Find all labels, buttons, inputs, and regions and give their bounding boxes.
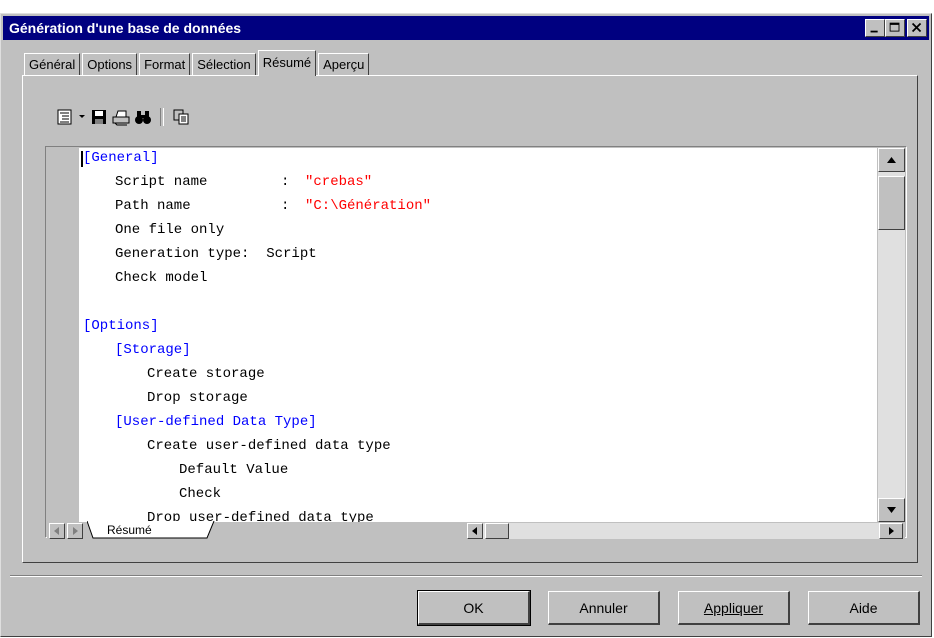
- summary-line: One file only: [115, 222, 225, 238]
- summary-line: [User-defined Data Type]: [115, 414, 317, 430]
- summary-line: [General]: [83, 150, 159, 166]
- summary-key: Path name: [115, 198, 191, 214]
- summary-line: Script name: "crebas": [115, 172, 372, 192]
- sheet-prev-button[interactable]: [49, 523, 65, 539]
- tab-strip: Général Options Format Sélection Résumé …: [24, 50, 371, 76]
- summary-line: Check: [179, 486, 222, 502]
- close-button[interactable]: [907, 19, 927, 37]
- summary-viewer: [General] Script name: "crebas" Path nam…: [45, 146, 907, 539]
- summary-value: "crebas": [305, 174, 373, 190]
- close-icon: [911, 22, 922, 33]
- outline-menu-button[interactable]: [54, 107, 76, 127]
- outline-dropdown[interactable]: [76, 107, 88, 127]
- cancel-button[interactable]: Annuler: [548, 591, 660, 625]
- copy-button[interactable]: [170, 107, 192, 127]
- summary-line: Check model: [115, 270, 208, 286]
- find-icon: [135, 111, 151, 124]
- summary-key: Script name: [115, 174, 208, 190]
- apply-button[interactable]: Appliquer: [678, 591, 790, 625]
- tab-general[interactable]: Général: [24, 53, 81, 75]
- summary-line: Generation type: Script: [115, 246, 317, 262]
- help-label: Aide: [849, 599, 878, 616]
- arrow-right-icon: [889, 527, 894, 535]
- scroll-left-button[interactable]: [467, 523, 483, 539]
- summary-line: Default Value: [179, 462, 289, 478]
- sheet-tab-summary[interactable]: Résumé: [97, 521, 205, 539]
- arrow-left-icon: [472, 527, 477, 535]
- ok-label: OK: [463, 599, 484, 616]
- outline-menu-icon: [57, 109, 72, 125]
- tab-options[interactable]: Options: [82, 53, 138, 75]
- cancel-label: Annuler: [579, 599, 628, 616]
- arrow-right-icon: [73, 527, 78, 535]
- tab-format[interactable]: Format: [139, 53, 191, 75]
- scroll-right-button[interactable]: [879, 523, 903, 539]
- find-button[interactable]: [132, 107, 154, 127]
- minimize-icon: [870, 30, 878, 33]
- summary-line: Create storage: [147, 366, 265, 382]
- scroll-down-button[interactable]: [878, 498, 905, 522]
- divider: [10, 575, 922, 577]
- toolbar-separator: [160, 108, 164, 126]
- summary-line: Drop storage: [147, 390, 248, 406]
- tab-selection[interactable]: Sélection: [192, 53, 256, 75]
- summary-line: [Storage]: [115, 342, 191, 358]
- tab-preview[interactable]: Aperçu: [318, 53, 370, 75]
- arrow-down-icon: [887, 507, 896, 513]
- ok-button[interactable]: OK: [417, 590, 531, 626]
- summary-line: [Options]: [83, 318, 159, 334]
- summary-value: "C:\Génération": [305, 198, 432, 214]
- sheet-next-button[interactable]: [67, 523, 83, 539]
- apply-label: Appliquer: [703, 599, 764, 616]
- save-icon: [92, 110, 106, 124]
- copy-icon: [173, 109, 189, 125]
- title-bar[interactable]: Génération d'une base de données: [3, 16, 929, 40]
- horizontal-scrollbar[interactable]: [467, 523, 903, 539]
- save-button[interactable]: [88, 107, 110, 127]
- maximize-button[interactable]: [885, 19, 905, 37]
- summary-line: Create user-defined data type: [147, 438, 391, 454]
- summary-separator: :: [281, 198, 298, 214]
- minimize-button[interactable]: [865, 19, 885, 37]
- help-button[interactable]: Aide: [808, 591, 920, 625]
- scroll-thumb[interactable]: [878, 176, 905, 230]
- print-icon: [112, 110, 130, 126]
- horizontal-scroll-thumb[interactable]: [485, 523, 509, 539]
- summary-separator: :: [281, 174, 298, 190]
- window-title: Génération d'une base de données: [9, 20, 242, 36]
- summary-text[interactable]: [General] Script name: "crebas" Path nam…: [79, 148, 877, 522]
- summary-line: Drop user-defined data type: [147, 510, 374, 522]
- sheet-bar: Résumé: [47, 521, 905, 539]
- maximize-icon: [889, 22, 900, 32]
- vertical-scrollbar[interactable]: [878, 148, 905, 522]
- arrow-left-icon: [54, 527, 59, 535]
- print-button[interactable]: [110, 107, 132, 127]
- summary-line: Path name: "C:\Génération": [115, 196, 431, 216]
- scroll-up-button[interactable]: [878, 148, 905, 172]
- chevron-down-icon: [79, 115, 85, 118]
- editor-gutter: [47, 148, 79, 522]
- summary-toolbar: [54, 106, 192, 128]
- arrow-up-icon: [887, 157, 896, 163]
- tab-summary[interactable]: Résumé: [257, 50, 317, 76]
